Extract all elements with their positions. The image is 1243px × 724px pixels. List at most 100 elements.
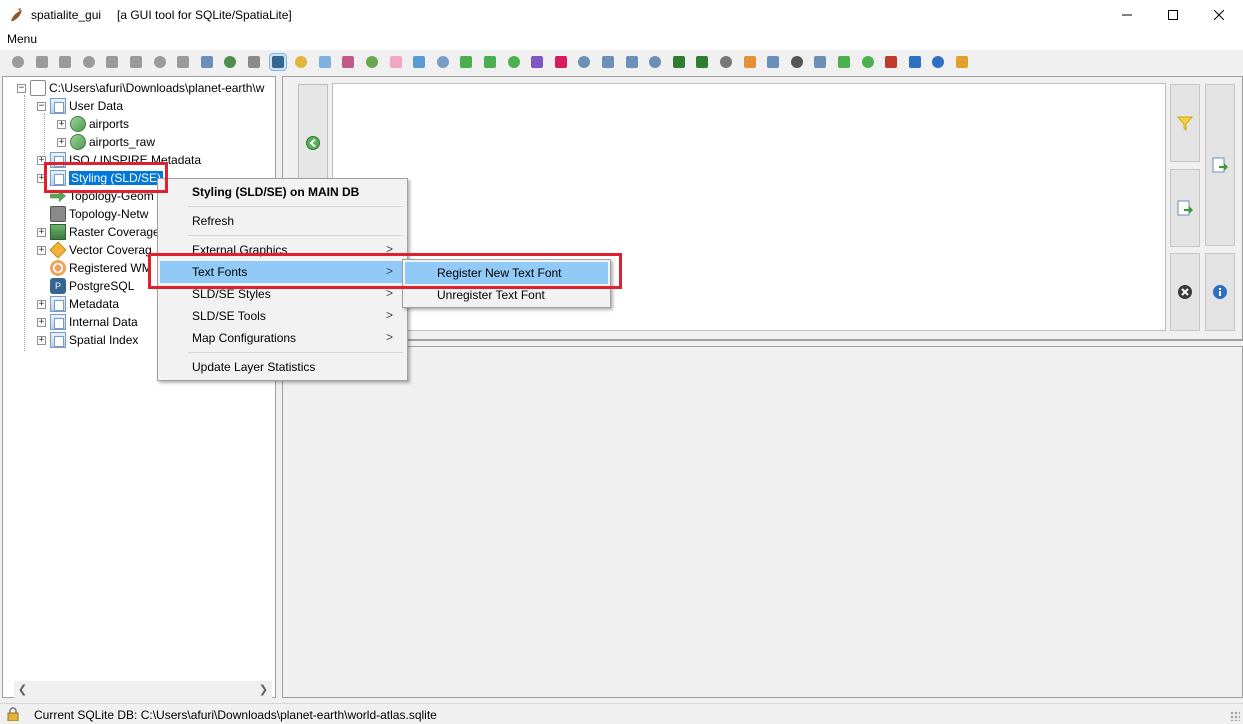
menu-item-unregister-text-font[interactable]: Unregister Text Font xyxy=(405,284,608,306)
toolbar-button[interactable] xyxy=(482,54,498,70)
collapse-icon[interactable]: − xyxy=(37,101,46,111)
toolbar-button[interactable] xyxy=(175,54,191,70)
db-tree-panel[interactable]: − C:\Users\afuri\Downloads\planet-earth\… xyxy=(2,76,276,698)
toolbar-button[interactable] xyxy=(10,54,26,70)
toolbar-button[interactable] xyxy=(647,54,663,70)
tree-item-postgresql[interactable]: P PostgreSQL xyxy=(50,277,134,295)
menu-item-text-fonts[interactable]: Text Fonts > xyxy=(160,261,405,283)
tree-item-spatial-index[interactable]: + Spatial Index xyxy=(37,331,138,349)
toolbar-tool-icon xyxy=(413,56,426,68)
toolbar-button[interactable] xyxy=(718,54,734,70)
submenu-arrow-icon: > xyxy=(385,242,393,256)
maximize-button[interactable] xyxy=(1150,0,1195,30)
toolbar-button[interactable] xyxy=(836,54,852,70)
toolbar-button[interactable] xyxy=(576,54,592,70)
scroll-right-icon[interactable]: ❯ xyxy=(255,681,272,698)
tree-root[interactable]: − C:\Users\afuri\Downloads\planet-earth\… xyxy=(17,79,264,97)
toolbar-button[interactable] xyxy=(671,54,687,70)
toolbar-tool-icon xyxy=(531,56,544,68)
execute-sql-button[interactable] xyxy=(1170,169,1200,247)
resize-grip-icon[interactable] xyxy=(1230,711,1240,721)
menu-item-refresh[interactable]: Refresh xyxy=(160,210,405,232)
tree-item-vector-coverage[interactable]: + Vector Coverag xyxy=(37,241,152,259)
toolbar-button[interactable] xyxy=(812,54,828,70)
menu-item-label: SLD/SE Tools xyxy=(192,309,266,323)
expand-icon[interactable]: + xyxy=(57,119,66,129)
toolbar-button[interactable] xyxy=(388,54,404,70)
expand-icon[interactable]: + xyxy=(37,299,46,309)
toolbar-button[interactable] xyxy=(246,54,262,70)
toolbar-button[interactable] xyxy=(128,54,144,70)
vector-icon xyxy=(49,241,67,259)
tree-item-airports[interactable]: + airports xyxy=(57,115,129,133)
tree-horizontal-scrollbar[interactable]: ❮ ❯ xyxy=(14,681,272,698)
collapse-icon[interactable]: − xyxy=(17,83,26,93)
expand-icon[interactable]: + xyxy=(37,173,46,183)
toolbar-button[interactable] xyxy=(411,54,427,70)
close-button[interactable] xyxy=(1196,0,1241,30)
toolbar-button[interactable] xyxy=(199,54,215,70)
menu-item-sld-se-styles[interactable]: SLD/SE Styles > xyxy=(160,283,405,305)
toolbar-button[interactable] xyxy=(930,54,946,70)
toolbar-button[interactable] xyxy=(789,54,805,70)
info-button[interactable] xyxy=(1205,253,1235,331)
history-back-icon[interactable] xyxy=(306,136,320,150)
expand-icon[interactable]: + xyxy=(37,155,46,165)
toolbar-button[interactable] xyxy=(57,54,73,70)
tree-item-styling[interactable]: + Styling (SLD/SE) xyxy=(37,169,164,187)
toolbar-tool-icon xyxy=(130,56,142,68)
filter-button[interactable] xyxy=(1170,84,1200,162)
toolbar-button[interactable] xyxy=(81,54,97,70)
toolbar-button[interactable] xyxy=(34,54,50,70)
toolbar-button[interactable] xyxy=(104,54,120,70)
menu-item-menu[interactable]: Menu xyxy=(7,32,37,46)
tree-item-iso-metadata[interactable]: + ISO / INSPIRE Metadata xyxy=(37,151,201,169)
menu-item-update-layer-statistics[interactable]: Update Layer Statistics xyxy=(160,356,405,378)
toolbar-button[interactable] xyxy=(624,54,640,70)
toolbar-button[interactable] xyxy=(883,54,899,70)
toolbar-button[interactable] xyxy=(742,54,758,70)
toolbar-button[interactable] xyxy=(907,54,923,70)
toolbar-button[interactable] xyxy=(268,53,287,71)
clear-button[interactable] xyxy=(1170,253,1200,331)
toolbar-button[interactable] xyxy=(152,54,168,70)
toolbar-button[interactable] xyxy=(600,54,616,70)
menu-item-map-configurations[interactable]: Map Configurations > xyxy=(160,327,405,349)
expand-icon[interactable]: + xyxy=(37,227,46,237)
menu-item-external-graphics[interactable]: External Graphics > xyxy=(160,239,405,261)
expand-icon[interactable]: + xyxy=(37,317,46,327)
tree-item-airports-raw[interactable]: + airports_raw xyxy=(57,133,155,151)
tree-item-topology-netw[interactable]: Topology-Netw xyxy=(50,205,148,223)
toolbar-button[interactable] xyxy=(435,54,451,70)
tree-item-user-data[interactable]: − User Data xyxy=(37,97,123,115)
minimize-button[interactable] xyxy=(1104,0,1149,30)
tree-item-registered-wms[interactable]: Registered WM xyxy=(50,259,152,277)
menu-item-sld-se-tools[interactable]: SLD/SE Tools > xyxy=(160,305,405,327)
toolbar-button[interactable] xyxy=(694,54,710,70)
toolbar-button[interactable] xyxy=(765,54,781,70)
toolbar-button[interactable] xyxy=(506,54,522,70)
toolbar-button[interactable] xyxy=(340,54,356,70)
toolbar-button[interactable] xyxy=(529,54,545,70)
tree-item-internal-data[interactable]: + Internal Data xyxy=(37,313,138,331)
toolbar-button[interactable] xyxy=(222,54,238,70)
tree-item-raster-coverage[interactable]: + Raster Coverage xyxy=(37,223,160,241)
scroll-left-icon[interactable]: ❮ xyxy=(14,681,31,698)
toolbar-button[interactable] xyxy=(364,54,380,70)
tree-item-topology-geom[interactable]: Topology-Geom xyxy=(50,187,154,205)
expand-icon[interactable]: + xyxy=(57,137,66,147)
toolbar-button[interactable] xyxy=(860,54,876,70)
toolbar-button[interactable] xyxy=(317,54,333,70)
toolbar-button[interactable] xyxy=(954,54,970,70)
expand-icon[interactable]: + xyxy=(37,335,46,345)
toolbar-button[interactable] xyxy=(293,54,309,70)
menu-item-register-new-text-font[interactable]: Register New Text Font xyxy=(405,262,608,284)
toolbar-tool-icon xyxy=(82,56,95,68)
toolbar-button[interactable] xyxy=(553,54,569,70)
load-sql-button[interactable] xyxy=(1205,84,1235,246)
expand-icon[interactable]: + xyxy=(37,245,46,255)
toolbar-button[interactable] xyxy=(458,54,474,70)
toolbar-tool-icon xyxy=(932,56,945,68)
load-sql-icon xyxy=(1212,157,1228,173)
tree-item-metadata[interactable]: + Metadata xyxy=(37,295,119,313)
